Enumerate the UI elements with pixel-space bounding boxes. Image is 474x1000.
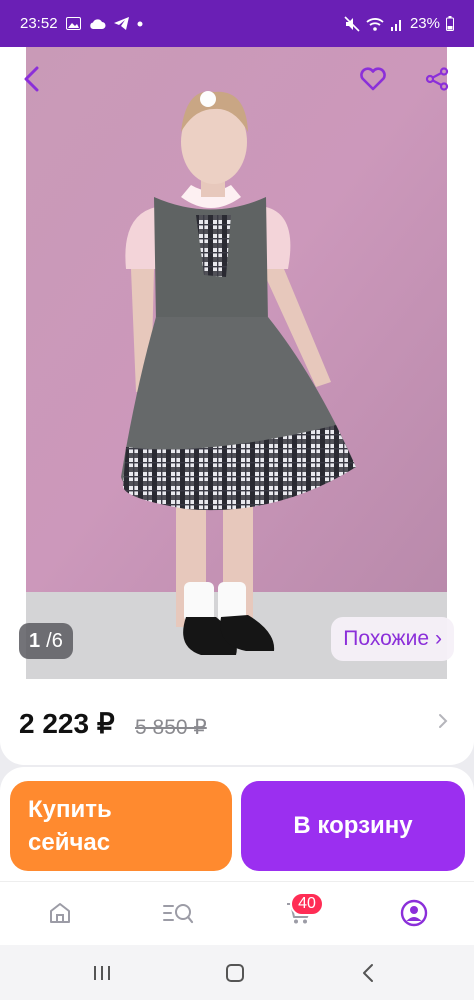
cart-badge: 40 [290, 892, 324, 916]
home-icon [50, 903, 70, 923]
status-time: 23:52 [20, 15, 58, 32]
similar-button[interactable]: Похожие › [331, 617, 454, 661]
back-nav-icon [363, 964, 373, 982]
heart-icon [360, 67, 386, 91]
home-nav-icon [226, 964, 244, 982]
chevron-left-icon [24, 66, 39, 92]
mute-icon [344, 15, 360, 32]
chevron-right-icon[interactable] [438, 713, 448, 734]
recent-apps-icon [94, 966, 110, 980]
product-photo [26, 47, 447, 679]
share-button[interactable] [423, 65, 451, 93]
catalog-search-icon [163, 904, 194, 924]
system-navigation-bar [0, 945, 474, 1000]
bottom-tab-bar: 40 [0, 881, 474, 945]
image-counter-total: 6 [51, 629, 63, 652]
recent-apps-button[interactable] [87, 959, 117, 987]
share-icon [425, 67, 449, 91]
price-card[interactable]: 2 223 ₽ 5 850 ₽ [0, 679, 474, 765]
tab-home[interactable] [43, 896, 77, 930]
battery-icon [446, 16, 454, 31]
back-nav-button[interactable] [353, 959, 383, 987]
tab-catalog[interactable] [160, 896, 196, 930]
current-price: 2 223 ₽ [19, 708, 115, 739]
dot-icon [137, 21, 143, 27]
profile-icon [400, 899, 428, 927]
battery-percent: 23% [409, 15, 440, 32]
buy-now-line2: сейчас [28, 829, 111, 856]
image-icon [65, 17, 81, 30]
add-to-cart-button[interactable]: В корзину [241, 781, 465, 871]
home-nav-button[interactable] [220, 959, 250, 987]
old-price: 5 850 ₽ [135, 716, 207, 739]
tab-profile[interactable] [397, 896, 431, 930]
buy-now-line1: Купить [28, 796, 112, 823]
image-counter-current: 1 [29, 629, 41, 652]
similar-label: Похожие [343, 627, 429, 650]
status-bar: 23:52 23% [0, 0, 474, 47]
signal-icon [390, 17, 404, 31]
favorite-button[interactable] [357, 64, 389, 94]
product-gallery[interactable]: 1 / 6 Похожие › [0, 47, 474, 679]
image-counter: 1 / 6 [19, 623, 73, 659]
chevron-right-icon: › [435, 627, 442, 650]
back-button[interactable] [18, 65, 46, 93]
cloud-icon [89, 18, 106, 29]
purchase-actions: Купить сейчас В корзину [0, 767, 474, 881]
wifi-icon [366, 17, 384, 31]
telegram-icon [113, 17, 129, 30]
buy-now-button[interactable]: Купить сейчас [10, 781, 232, 871]
